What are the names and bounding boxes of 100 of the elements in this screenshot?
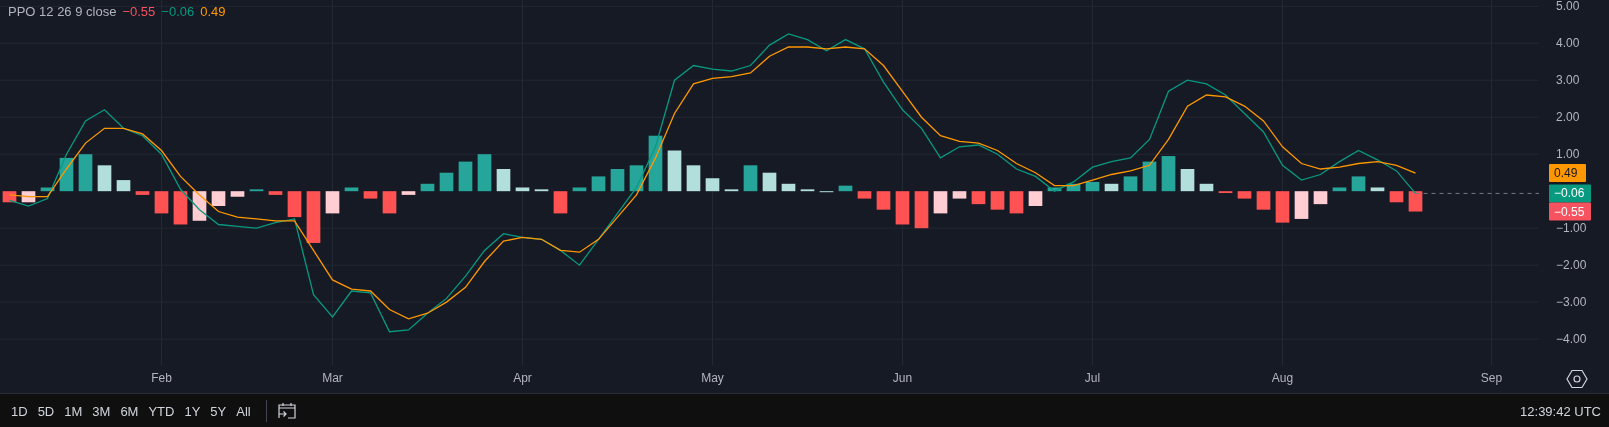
histogram-bar	[363, 191, 378, 199]
axis-label: 2.00	[1556, 110, 1580, 125]
range-button[interactable]: 5D	[32, 399, 60, 423]
clock-time: 12:39:42 UTC	[1520, 403, 1601, 419]
histogram-bar	[97, 165, 112, 192]
axis-label: Aug	[1271, 371, 1294, 385]
axis-label: Feb	[151, 371, 172, 385]
histogram-bar	[21, 191, 36, 203]
axis-label: Mar	[322, 371, 343, 385]
histogram-bar	[344, 187, 359, 192]
histogram-bar	[116, 180, 131, 192]
histogram-bar	[230, 191, 245, 197]
histogram-bar	[629, 165, 644, 192]
histogram-bar	[1351, 176, 1366, 192]
histogram-bar	[78, 154, 93, 192]
histogram-bar	[1389, 191, 1404, 203]
histogram-bar	[648, 135, 663, 192]
histogram-bar	[781, 183, 796, 192]
range-button[interactable]: 1Y	[179, 399, 206, 423]
histogram-bar	[1256, 191, 1271, 210]
date-range-icon[interactable]	[276, 401, 297, 421]
axis-label: 1.00	[1556, 147, 1580, 162]
histogram-bar	[1332, 187, 1347, 192]
axis-label: −2.00	[1556, 258, 1587, 273]
range-button[interactable]: All	[231, 399, 256, 423]
histogram-bar	[895, 191, 910, 225]
histogram-bar	[458, 161, 473, 192]
histogram-bar	[952, 191, 967, 199]
histogram-bar	[857, 191, 872, 199]
range-button[interactable]: 1M	[59, 399, 88, 423]
value-badge: 0.49	[1549, 164, 1586, 183]
histogram-bar	[705, 178, 720, 192]
range-button[interactable]: 3M	[87, 399, 116, 423]
histogram-bar	[477, 154, 492, 192]
histogram-bar	[1142, 161, 1157, 192]
histogram-bar	[534, 189, 549, 192]
histogram-bar	[496, 169, 511, 192]
range-button[interactable]: 5Y	[205, 399, 232, 423]
histogram-bar	[401, 191, 416, 195]
histogram-bar	[876, 191, 891, 210]
histogram-bar	[1275, 191, 1290, 223]
histogram-bar	[515, 187, 530, 192]
histogram-bar	[192, 191, 207, 221]
histogram-bar	[1199, 183, 1214, 192]
histogram-bar	[1237, 191, 1252, 199]
histogram-bar	[800, 189, 815, 192]
histogram-bar	[610, 169, 625, 192]
histogram-bar	[382, 191, 397, 214]
value-badge: −0.06	[1549, 184, 1591, 203]
histogram-bar	[762, 172, 777, 192]
histogram-bar	[287, 191, 302, 218]
histogram-bar	[914, 191, 929, 229]
histogram-bar	[838, 185, 853, 192]
histogram-bar	[1104, 183, 1119, 192]
histogram-bar	[1047, 187, 1062, 192]
histogram-bar	[135, 191, 150, 195]
histogram-bar	[1294, 191, 1309, 219]
indicator-value: −0.06	[161, 4, 195, 19]
histogram-bar	[686, 165, 701, 192]
histogram-bar	[1123, 176, 1138, 192]
range-button[interactable]: YTD	[143, 399, 180, 423]
histogram-bar	[173, 191, 188, 225]
value-badge: −0.55	[1549, 202, 1591, 221]
histogram-bar	[591, 176, 606, 192]
histogram-bar	[325, 191, 340, 214]
histogram-bar	[1161, 156, 1176, 192]
range-button[interactable]: 1D	[6, 399, 33, 423]
histogram-bar	[1085, 181, 1100, 192]
histogram-bar	[249, 189, 264, 192]
histogram-bar	[743, 165, 758, 192]
axis-label: Apr	[513, 371, 532, 385]
histogram-bar	[1028, 191, 1043, 206]
histogram-bar	[1009, 191, 1024, 214]
histogram-bar	[1218, 191, 1233, 194]
histogram-bar	[1370, 187, 1385, 192]
axis-label: Sep	[1480, 371, 1503, 385]
histogram-bar	[667, 150, 682, 192]
histogram-bar	[306, 191, 321, 243]
range-button[interactable]: 6M	[115, 399, 144, 423]
axis-label: −4.00	[1556, 332, 1587, 347]
axis-label: Jul	[1084, 371, 1101, 385]
histogram-bar	[211, 191, 226, 206]
histogram-bar	[572, 187, 587, 192]
histogram-bar	[268, 191, 283, 195]
indicator-title: PPO 12 26 9 close	[8, 4, 117, 19]
histogram-bar	[1066, 183, 1081, 192]
indicator-value: 0.49	[200, 4, 226, 19]
histogram-bar	[1180, 169, 1195, 192]
axis-label: 4.00	[1556, 36, 1580, 51]
axis-label: 5.00	[1556, 0, 1580, 14]
axis-label: 3.00	[1556, 73, 1580, 88]
histogram-bar	[2, 191, 17, 203]
axis-label: −1.00	[1556, 221, 1587, 236]
histogram-bar	[420, 183, 435, 192]
settings-icon[interactable]	[1566, 369, 1588, 389]
histogram-bar	[1313, 191, 1328, 205]
histogram-bar	[154, 191, 169, 214]
axis-label: Jun	[892, 371, 913, 385]
histogram-bar	[1408, 191, 1423, 212]
axis-label: −3.00	[1556, 295, 1587, 310]
